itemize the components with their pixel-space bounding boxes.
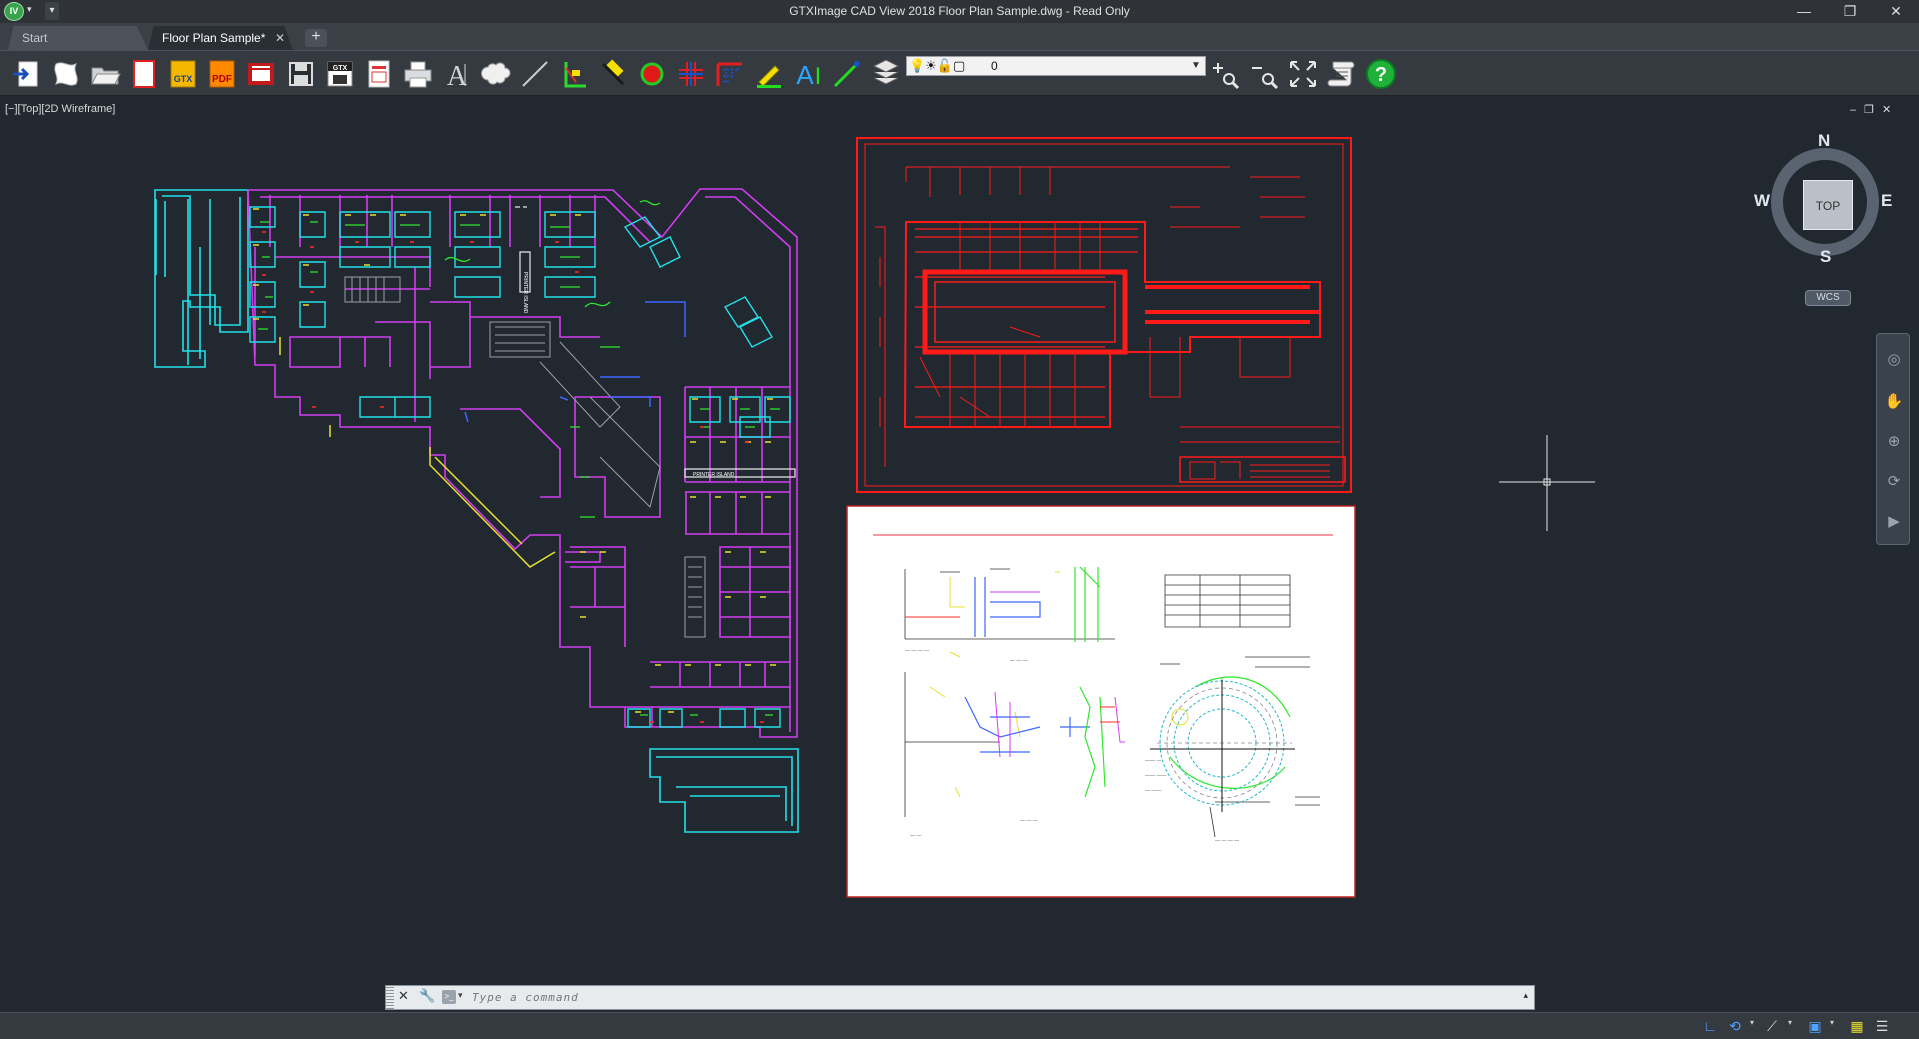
svg-text:GTX: GTX <box>333 65 348 72</box>
svg-text:— — — —: — — — — <box>1215 838 1239 844</box>
dimension-icon[interactable] <box>558 58 590 90</box>
pan-hand-icon[interactable]: ✋ <box>1884 392 1904 412</box>
svg-text:—— ——: —— —— <box>1145 773 1166 779</box>
tab-start[interactable]: Start <box>8 26 148 50</box>
annotation-icon[interactable]: ▦ <box>1847 1016 1867 1036</box>
svg-text:?: ? <box>1375 64 1387 86</box>
command-line-grip[interactable] <box>386 986 394 1009</box>
zoom-out-icon[interactable] <box>1248 58 1280 90</box>
text-style-icon[interactable]: AI <box>792 58 824 90</box>
highlighter-icon[interactable] <box>753 58 785 90</box>
layer-state-icons: 💡☀🔓▢ <box>909 58 966 73</box>
pen-icon[interactable] <box>831 58 863 90</box>
workspace-dropdown-icon[interactable]: ▾ <box>1830 1018 1834 1027</box>
text-icon[interactable]: A <box>441 58 473 90</box>
gtx-label: GTX <box>174 74 193 84</box>
title-bar: IV ▾ ▾ GTXImage CAD View 2018 Floor Plan… <box>0 0 1919 23</box>
compass-west[interactable]: W <box>1754 191 1770 211</box>
close-icon[interactable]: ✕ <box>398 988 409 1004</box>
steering-wheel-icon[interactable]: ◎ <box>1884 350 1904 370</box>
window-title: GTXImage CAD View 2018 Floor Plan Sample… <box>789 4 1130 18</box>
main-toolbar: GTX PDF GTX A A I 💡☀🔓▢ 0 ▼ ? <box>0 50 1919 96</box>
zoom-nav-icon[interactable]: ⊕ <box>1884 432 1904 452</box>
open-icon[interactable] <box>89 58 121 90</box>
workspace-icon[interactable]: ▣ <box>1805 1016 1825 1036</box>
new-tab-button[interactable]: + <box>305 29 327 47</box>
svg-text:— —: — — <box>910 833 921 839</box>
layers-icon[interactable] <box>870 58 902 90</box>
cloud-icon[interactable] <box>480 58 512 90</box>
print-icon[interactable] <box>402 58 434 90</box>
ortho-icon[interactable]: ∟ <box>1700 1016 1720 1036</box>
white-sheet-drawing: — — — — — — — —— — —— —— — —— — — — — — … <box>846 505 1356 898</box>
svg-text:— — —: — — — <box>1020 818 1038 824</box>
zoom-extents-icon[interactable] <box>1287 58 1319 90</box>
close-button[interactable]: ✕ <box>1873 0 1919 23</box>
app-window: IV ▾ ▾ GTXImage CAD View 2018 Floor Plan… <box>0 0 1919 1039</box>
restore-button[interactable]: ❐ <box>1827 0 1873 23</box>
osnap-dropdown-icon[interactable]: ▾ <box>1788 1018 1792 1027</box>
viewcube-top-face[interactable]: TOP <box>1803 180 1853 230</box>
customize-icon[interactable]: ☰ <box>1872 1016 1892 1036</box>
wrench-icon[interactable]: 🔧 <box>419 988 435 1004</box>
printer-island-label: PRINTER ISLAND <box>693 472 735 478</box>
zoom-in-icon[interactable] <box>1209 58 1241 90</box>
minimize-button[interactable]: — <box>1781 0 1827 23</box>
red-sheet-drawing <box>856 137 1352 493</box>
orbit-icon[interactable]: ⟳ <box>1884 472 1904 492</box>
list-icon[interactable] <box>1326 58 1358 90</box>
svg-text:I: I <box>815 63 822 90</box>
pdf-icon[interactable]: PDF <box>206 58 238 90</box>
pdf-label: PDF <box>212 74 232 85</box>
status-bar: ∟ ⟲ ▾ ⟋ ▾ ▣ ▾ ▦ ☰ <box>0 1012 1919 1039</box>
gtx-file-icon[interactable]: GTX <box>167 58 199 90</box>
polar-dropdown-icon[interactable]: ▾ <box>1750 1018 1754 1027</box>
tab-floor-plan-sample[interactable]: Floor Plan Sample* <box>148 26 293 50</box>
new-icon[interactable] <box>128 58 160 90</box>
measure-icon[interactable] <box>597 58 629 90</box>
layer-current-value: 0 <box>991 59 998 73</box>
circle-icon[interactable] <box>636 58 668 90</box>
command-input[interactable] <box>472 988 1492 1007</box>
compass-north[interactable]: N <box>1818 131 1830 151</box>
compass-south[interactable]: S <box>1820 247 1831 267</box>
wcs-menu[interactable]: WCS <box>1805 290 1851 306</box>
svg-text:A: A <box>796 60 814 90</box>
polar-icon[interactable]: ⟲ <box>1725 1016 1745 1036</box>
chevron-down-icon[interactable]: ▼ <box>1189 57 1203 75</box>
save-icon[interactable] <box>285 58 317 90</box>
drawing-canvas: PRINTER ISLAND PRINTER ISLAND — — — — — … <box>154 137 1595 898</box>
svg-text:— — —: — — — <box>1010 658 1028 664</box>
svg-text:—— —: —— — <box>1145 758 1161 764</box>
osnap-icon[interactable]: ⟋ <box>1762 1016 1782 1036</box>
viewcube[interactable]: N S E W TOP <box>1754 131 1892 267</box>
help-icon[interactable]: ? <box>1365 58 1397 90</box>
tab-close-icon[interactable]: ✕ <box>275 26 285 50</box>
svg-text:— ——: — —— <box>1145 788 1161 794</box>
raster-icon[interactable] <box>245 58 277 90</box>
grid-icon[interactable] <box>675 58 707 90</box>
navigation-bar: ◎ ✋ ⊕ ⟳ ▶ <box>1876 333 1910 545</box>
command-line: ✕ 🔧 >_ ▾ ▴ <box>385 985 1535 1010</box>
layer-dropdown[interactable]: 💡☀🔓▢ 0 ▼ <box>906 56 1206 76</box>
command-history-toggle-icon[interactable]: ▴ <box>1523 990 1528 1001</box>
plot-icon[interactable] <box>363 58 395 90</box>
crosshair-cursor <box>1499 435 1595 531</box>
line-icon[interactable] <box>519 58 551 90</box>
hatch-icon[interactable] <box>714 58 746 90</box>
printer-island-vertical-label: PRINTER ISLAND <box>522 272 528 314</box>
floor-plan-drawing: PRINTER ISLAND PRINTER ISLAND <box>154 188 799 833</box>
compass-east[interactable]: E <box>1881 191 1892 211</box>
redraw-icon[interactable] <box>50 58 82 90</box>
recent-commands-dropdown-icon[interactable]: ▾ <box>458 990 463 1001</box>
svg-text:— — — —: — — — — <box>905 648 929 654</box>
drawing-viewport[interactable]: [−][Top][2D Wireframe] –❐✕ PRINTER ISLAN… <box>0 97 1919 1012</box>
import-icon[interactable] <box>10 58 42 90</box>
gtx-save-icon[interactable]: GTX <box>324 58 356 90</box>
command-prompt-icon[interactable]: >_ <box>442 990 456 1004</box>
document-tab-bar: Start Floor Plan Sample* ✕ + <box>0 23 1919 50</box>
showmotion-icon[interactable]: ▶ <box>1884 512 1904 532</box>
